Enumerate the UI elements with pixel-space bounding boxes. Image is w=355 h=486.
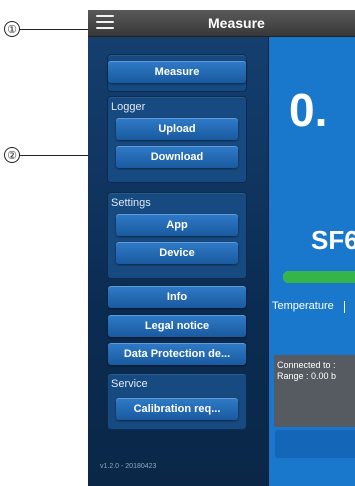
logger-label: Logger [111,101,146,113]
version-text: v1.2.0 - 20180423 [100,463,157,470]
page-title: Measure [208,15,265,31]
info-button[interactable]: Info [108,286,246,308]
level-bar-fill [283,271,355,283]
service-label: Service [111,378,148,390]
measure-group: Measure [108,55,246,91]
legal-group: Legal notice [108,315,246,339]
device-settings-button[interactable]: Device [116,242,238,264]
upload-button[interactable]: Upload [116,118,238,140]
measurement-panel: 0. SF6 Temperature Connected to : Range … [269,37,355,486]
callout-2: ② [4,147,20,163]
service-group: Service Calibration req... [108,374,246,429]
calibration-request-button[interactable]: Calibration req... [116,398,238,420]
measurement-value: 0. [289,84,328,136]
info-group: Info [108,286,246,310]
logger-group: Logger Upload Download [108,97,246,182]
app-screen: Measure Measure Logger Upload Download S… [88,10,355,486]
title-bar: Measure [88,10,355,37]
level-bar [283,271,355,283]
hamburger-menu-icon[interactable] [96,15,114,29]
gas-name: SF6 [311,225,355,255]
content-action-button[interactable] [275,430,355,458]
download-button[interactable]: Download [116,146,238,168]
temperature-divider [344,301,345,313]
navigation-drawer: Measure Logger Upload Download Settings … [88,37,269,486]
callout-1-line [20,29,96,30]
legal-notice-button[interactable]: Legal notice [108,315,246,337]
temperature-label: Temperature [272,300,334,312]
connection-status-box: Connected to : Range : 0.00 b [274,355,355,427]
status-connected-line: Connected to : [277,360,336,370]
app-settings-button[interactable]: App [116,214,238,236]
settings-group: Settings App Device [108,193,246,278]
data-protection-group: Data Protection de... [108,343,246,367]
settings-label: Settings [111,197,151,209]
callout-1: ① [4,21,20,37]
measure-button[interactable]: Measure [108,61,246,83]
stage: ① ② Measure Measure Logger Upload Downlo… [0,0,355,486]
status-range-line: Range : 0.00 b [277,371,337,381]
data-protection-button[interactable]: Data Protection de... [108,343,246,365]
